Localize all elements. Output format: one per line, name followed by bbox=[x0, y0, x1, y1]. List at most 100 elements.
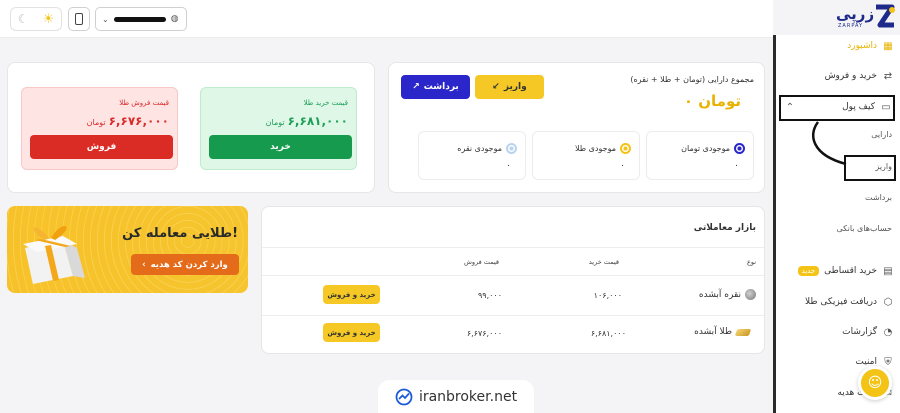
logo[interactable]: زرپی ZARPAY bbox=[836, 3, 896, 33]
logo-name: زرپی bbox=[836, 5, 875, 23]
column-header-buy-price: قیمت خرید bbox=[588, 258, 619, 266]
gold-price-card: قیمت خرید طلا تومان ۶,۶۸۱,۰۰۰ خرید قیمت … bbox=[7, 62, 375, 193]
sidebar-item-dashboard[interactable]: داشبورد ▦ bbox=[847, 40, 894, 52]
balance-label: موجودی نقره bbox=[457, 144, 502, 153]
buy-price-label: قیمت خرید طلا bbox=[303, 99, 348, 107]
sell-price-box: قیمت فروش طلا تومان ۶,۶۷۶,۰۰۰ فروش bbox=[21, 87, 178, 170]
assets-summary-card: مجموع دارایی (تومان + طلا + نقره) ۰ توما… bbox=[388, 62, 765, 193]
column-header-type: نوع bbox=[746, 258, 756, 266]
sidebar-item-physical-gold[interactable]: دریافت فیزیکی طلا ⬡ bbox=[805, 296, 894, 308]
table-cell-sell: ۹۹,۰۰۰ bbox=[477, 291, 502, 300]
trade-button[interactable]: خرید و فروش bbox=[323, 285, 380, 304]
user-menu-button[interactable]: ⌄ ◍ bbox=[95, 7, 187, 31]
gift-box-icon bbox=[23, 225, 85, 284]
sidebar-item-label: خرید اقساطی bbox=[824, 266, 877, 276]
table-row-name: طلا آبشده bbox=[694, 327, 752, 337]
deposit-button-label: واریز bbox=[503, 82, 527, 92]
sell-button[interactable]: فروش bbox=[30, 135, 173, 159]
theme-toggle[interactable]: ☾ ☀ bbox=[10, 7, 62, 31]
market-title: بازار معاملاتی bbox=[693, 223, 756, 233]
broker-logo-icon bbox=[395, 388, 413, 405]
gold-bar-icon bbox=[734, 328, 752, 336]
toman-dot-icon bbox=[734, 143, 745, 154]
sidebar-item-buy-sell[interactable]: خرید و فروش ⇄ bbox=[825, 70, 894, 82]
sell-price-value-row: تومان ۶,۶۷۶,۰۰۰ bbox=[87, 114, 169, 128]
market-table-card: بازار معاملاتی نوع قیمت خرید قیمت فروش ن… bbox=[261, 206, 765, 354]
moon-icon[interactable]: ☾ bbox=[18, 12, 29, 26]
exchange-icon: ⇄ bbox=[883, 70, 893, 82]
table-cell-sell: ۶,۶۷۶,۰۰۰ bbox=[466, 329, 502, 338]
market-item-name: نقره آبشده bbox=[698, 289, 741, 300]
deposit-button[interactable]: ↙ واریز bbox=[475, 75, 544, 99]
buy-price-value: ۶,۶۸۱,۰۰۰ bbox=[287, 114, 348, 128]
chevron-left-icon: ‹ bbox=[142, 259, 146, 270]
enter-gift-code-label: وارد کردن کد هدیه bbox=[150, 259, 228, 270]
external-link-icon: ↗ bbox=[412, 82, 420, 92]
enter-gift-code-button[interactable]: ‹ وارد کردن کد هدیه bbox=[131, 254, 239, 275]
gold-dot-icon bbox=[620, 143, 631, 154]
balance-toman: موجودی تومان ۰ bbox=[646, 131, 754, 180]
balance-silver: موجودی نقره ۰ bbox=[418, 131, 526, 180]
sidebar-item-label: دریافت فیزیکی طلا bbox=[805, 297, 877, 307]
deposit-highlight-box bbox=[844, 155, 896, 181]
watermark-text: iranbroker.net bbox=[418, 388, 518, 405]
chat-icon: ☺ bbox=[867, 375, 883, 391]
new-badge: جدید bbox=[797, 266, 820, 276]
market-item-name: طلا آبشده bbox=[694, 327, 732, 337]
table-cell-buy: ۶,۶۸۱,۰۰۰ bbox=[590, 329, 626, 338]
withdraw-button[interactable]: ↗ برداشت bbox=[401, 75, 470, 99]
assets-summary-value: ۰ تومان bbox=[683, 92, 741, 110]
silver-coin-icon bbox=[745, 289, 756, 300]
balance-value: ۰ bbox=[620, 161, 625, 171]
mobile-app-button[interactable] bbox=[68, 7, 90, 31]
sidebar-item-label: گزارشات bbox=[842, 327, 877, 337]
balance-label: موجودی تومان bbox=[681, 144, 730, 153]
installment-icon: ▤ bbox=[883, 265, 893, 277]
logo-mark-icon bbox=[876, 4, 895, 28]
table-cell-buy: ۱۰۶,۰۰۰ bbox=[593, 291, 622, 300]
sell-price-value: ۶,۶۷۶,۰۰۰ bbox=[108, 114, 169, 128]
mobile-icon bbox=[75, 13, 83, 25]
buy-price-value-row: تومان ۶,۶۸۱,۰۰۰ bbox=[266, 114, 348, 128]
sidebar-subitem-withdraw[interactable]: برداشت bbox=[865, 193, 892, 202]
withdraw-button-label: برداشت bbox=[423, 82, 459, 92]
balance-gold: موجودی طلا ۰ bbox=[532, 131, 640, 180]
trade-button[interactable]: خرید و فروش bbox=[323, 323, 380, 342]
promo-banner: طلایی معامله کن! ‹ وارد کردن کد هدیه bbox=[7, 206, 248, 293]
user-icon: ◍ bbox=[170, 14, 179, 24]
dashboard-icon: ▦ bbox=[883, 40, 893, 52]
logo-sub: ZARPAY bbox=[838, 23, 864, 29]
table-row-name: نقره آبشده bbox=[699, 289, 756, 300]
wallet-highlight-box bbox=[779, 95, 895, 121]
sidebar-subitem-assets[interactable]: دارایی bbox=[871, 130, 892, 139]
silver-dot-icon bbox=[506, 143, 517, 154]
balance-value: ۰ bbox=[506, 161, 511, 171]
box-icon: ⬡ bbox=[883, 296, 893, 308]
sidebar-item-reports[interactable]: گزارشات ◔ bbox=[842, 326, 894, 338]
column-header-sell-price: قیمت فروش bbox=[463, 258, 499, 266]
sidebar-item-label: خرید و فروش bbox=[824, 71, 877, 81]
sidebar-item-label: داشبورد bbox=[847, 41, 877, 51]
watermark: iranbroker.net bbox=[378, 380, 534, 413]
wallet-in-icon: ↙ bbox=[492, 82, 500, 92]
promo-title: طلایی معامله کن! bbox=[122, 226, 238, 241]
chevron-down-icon: ⌄ bbox=[102, 14, 109, 24]
divider bbox=[262, 247, 764, 248]
sell-price-unit: تومان bbox=[86, 118, 106, 127]
balance-value: ۰ bbox=[734, 161, 739, 171]
divider bbox=[262, 275, 764, 276]
user-name-redacted bbox=[113, 16, 166, 22]
divider bbox=[262, 315, 764, 316]
shield-icon: ⛨ bbox=[884, 356, 892, 368]
report-icon: ◔ bbox=[883, 326, 893, 338]
sun-icon[interactable]: ☀ bbox=[42, 12, 54, 27]
buy-price-unit: تومان bbox=[265, 118, 285, 127]
sell-price-label: قیمت فروش طلا bbox=[119, 99, 169, 107]
sidebar-subitem-bank-accounts[interactable]: حساب‌های بانکی bbox=[837, 224, 893, 233]
balance-label: موجودی طلا bbox=[574, 144, 616, 153]
assets-summary-title: مجموع دارایی (تومان + طلا + نقره) bbox=[630, 75, 754, 84]
buy-button[interactable]: خرید bbox=[209, 135, 352, 159]
support-chat-button[interactable]: ☺ bbox=[858, 366, 892, 400]
buy-price-box: قیمت خرید طلا تومان ۶,۶۸۱,۰۰۰ خرید bbox=[200, 87, 357, 170]
sidebar-item-installment[interactable]: جدید خرید اقساطی ▤ bbox=[797, 265, 894, 277]
